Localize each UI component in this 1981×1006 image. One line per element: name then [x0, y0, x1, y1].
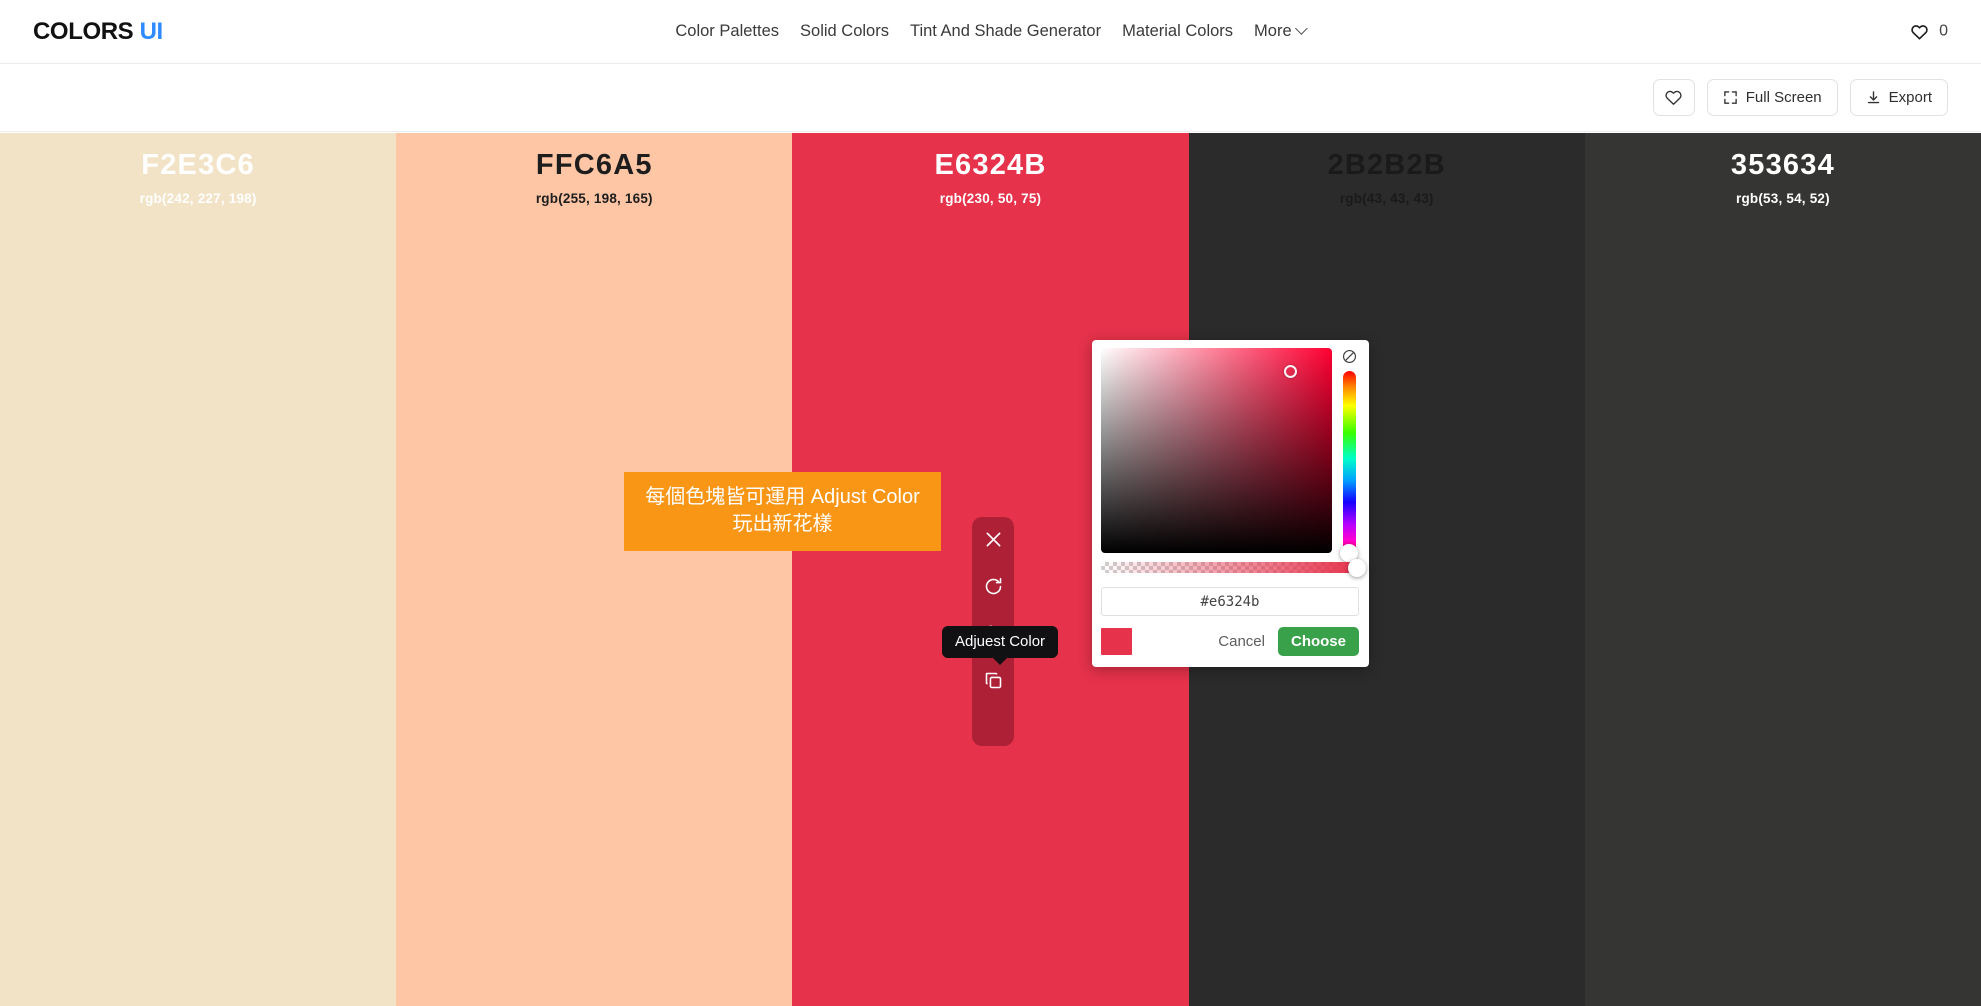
site-header: COLORS UI Color Palettes Solid Colors Ti… [0, 0, 1981, 64]
color-swatch[interactable]: FFC6A5 rgb(255, 198, 165) [396, 133, 793, 1006]
favorites-count: 0 [1939, 22, 1948, 40]
no-color-icon[interactable] [1342, 349, 1357, 364]
fullscreen-label: Full Screen [1745, 89, 1822, 106]
color-swatch[interactable]: F2E3C6 rgb(242, 227, 198) [0, 133, 397, 1006]
swatch-hex: F2E3C6 [141, 149, 255, 181]
choose-button[interactable]: Choose [1277, 627, 1359, 656]
nav-label: Color Palettes [675, 22, 780, 40]
download-icon [1867, 91, 1879, 104]
nav-label: Tint And Shade Generator [909, 22, 1102, 40]
picker-right-column [1339, 348, 1360, 562]
swatch-rgb: rgb(242, 227, 198) [139, 191, 257, 206]
palette-toolbar: Full Screen Export [0, 64, 1981, 132]
color-preview-swatch [1101, 628, 1132, 655]
nav-label: Material Colors [1122, 22, 1234, 40]
swatch-rgb: rgb(255, 198, 165) [535, 191, 653, 206]
alpha-slider[interactable] [1101, 558, 1366, 577]
export-label: Export [1888, 89, 1932, 106]
favorite-button[interactable] [1652, 79, 1695, 116]
close-icon[interactable] [982, 528, 1005, 551]
picker-top-row [1101, 348, 1360, 562]
refresh-icon[interactable] [982, 575, 1005, 598]
nav-item-tint-and-shade-generator[interactable]: Tint And Shade Generator [910, 22, 1101, 41]
logo-accent-text: UI [139, 17, 164, 45]
heart-icon [1665, 90, 1682, 105]
cancel-button[interactable]: Cancel [1218, 633, 1265, 650]
saturation-handle[interactable] [1284, 365, 1297, 378]
picker-footer: Cancel Choose [1101, 627, 1359, 656]
hex-input[interactable] [1101, 587, 1359, 616]
swatch-hex: E6324B [934, 149, 1047, 181]
alpha-handle[interactable] [1348, 558, 1366, 577]
swatch-hex: FFC6A5 [535, 149, 653, 181]
heart-icon [1911, 24, 1928, 40]
nav-item-material-colors[interactable]: Material Colors [1122, 22, 1233, 41]
alpha-row [1101, 558, 1366, 577]
favorites-indicator[interactable]: 0 [1910, 22, 1948, 41]
logo-primary-text: COLORS [33, 17, 134, 45]
annotation-line-2: 玩出新花樣 [732, 512, 833, 535]
export-button[interactable]: Export [1849, 79, 1948, 116]
main-nav: Color Palettes Solid Colors Tint And Sha… [675, 22, 1308, 41]
expand-icon [1723, 91, 1737, 104]
site-logo[interactable]: COLORS UI [33, 18, 163, 46]
swatch-hex: 353634 [1730, 149, 1835, 181]
annotation-callout: 每個色塊皆可運用 Adjust Color 玩出新花樣 [624, 472, 941, 552]
chevron-down-icon [1294, 22, 1308, 35]
copy-icon[interactable] [982, 669, 1005, 692]
nav-label: Solid Colors [800, 22, 889, 40]
nav-item-solid-colors[interactable]: Solid Colors [800, 22, 889, 41]
adjust-color-tooltip: Adjuest Color [942, 626, 1059, 658]
nav-item-more[interactable]: More [1254, 22, 1308, 41]
fullscreen-button[interactable]: Full Screen [1706, 79, 1838, 116]
tooltip-text: Adjuest Color [955, 633, 1046, 650]
color-picker-popup: Cancel Choose [1092, 340, 1369, 667]
swatch-hex: 2B2B2B [1327, 149, 1446, 181]
nav-item-color-palettes[interactable]: Color Palettes [675, 22, 779, 41]
swatch-rgb: rgb(43, 43, 43) [1339, 191, 1434, 206]
annotation-line-1: 每個色塊皆可運用 Adjust Color [645, 486, 920, 508]
nav-label: More [1254, 22, 1292, 40]
picker-actions: Cancel Choose [1218, 627, 1359, 656]
swatch-rgb: rgb(53, 54, 52) [1736, 191, 1830, 206]
hue-slider[interactable] [1340, 371, 1359, 562]
saturation-value-area[interactable] [1101, 348, 1332, 553]
color-swatch[interactable]: 353634 rgb(53, 54, 52) [1584, 133, 1981, 1006]
swatch-rgb: rgb(230, 50, 75) [939, 191, 1042, 206]
